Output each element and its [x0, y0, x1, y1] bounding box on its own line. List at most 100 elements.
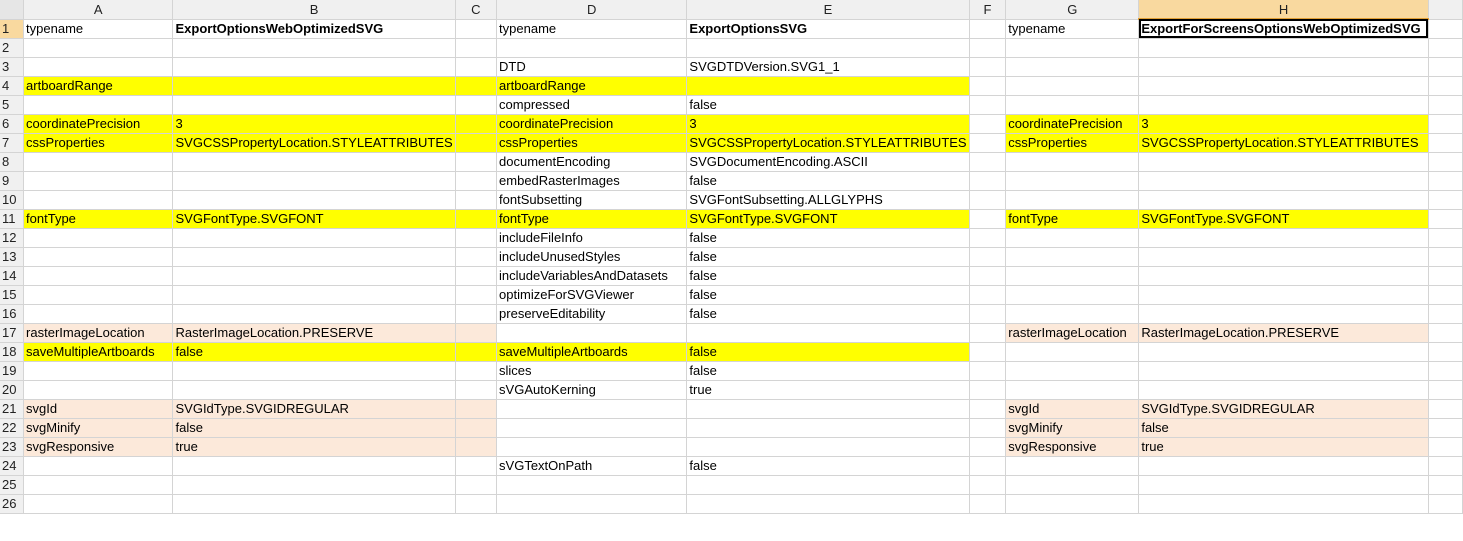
cell-b21[interactable]: SVGIdType.SVGIDREGULAR — [172, 399, 456, 419]
cell-e6[interactable]: 3 — [686, 114, 970, 134]
cell-f21[interactable] — [969, 399, 1007, 419]
cell-e12[interactable]: false — [686, 228, 970, 248]
cell-e24[interactable]: false — [686, 456, 970, 476]
cell-a26[interactable] — [23, 494, 174, 514]
cell-a9[interactable] — [23, 171, 174, 191]
cell-c7[interactable] — [455, 133, 498, 153]
cell-a5[interactable] — [23, 95, 174, 115]
cell-d3[interactable]: DTD — [496, 57, 688, 77]
row-header[interactable]: 22 — [0, 418, 25, 438]
cell-a7[interactable]: cssProperties — [23, 133, 174, 153]
cell-d6[interactable]: coordinatePrecision — [496, 114, 688, 134]
cell-e1[interactable]: ExportOptionsSVG — [686, 19, 970, 39]
column-header-g[interactable]: G — [1005, 0, 1140, 20]
cell-h10[interactable] — [1138, 190, 1429, 210]
cell-overflow[interactable] — [1428, 38, 1463, 58]
cell-overflow[interactable] — [1428, 342, 1463, 362]
cell-overflow[interactable] — [1428, 399, 1463, 419]
cell-f9[interactable] — [969, 171, 1007, 191]
cell-e25[interactable] — [686, 475, 970, 495]
cell-overflow[interactable] — [1428, 247, 1463, 267]
cell-g20[interactable] — [1005, 380, 1140, 400]
cell-g6[interactable]: coordinatePrecision — [1005, 114, 1140, 134]
cell-a11[interactable]: fontType — [23, 209, 174, 229]
cell-a23[interactable]: svgResponsive — [23, 437, 174, 457]
cell-g5[interactable] — [1005, 95, 1140, 115]
cell-overflow[interactable] — [1428, 190, 1463, 210]
cell-f12[interactable] — [969, 228, 1007, 248]
row-header[interactable]: 7 — [0, 133, 25, 153]
row-header[interactable]: 10 — [0, 190, 25, 210]
cell-c6[interactable] — [455, 114, 498, 134]
cell-c5[interactable] — [455, 95, 498, 115]
cell-overflow[interactable] — [1428, 133, 1463, 153]
cell-f4[interactable] — [969, 76, 1007, 96]
cell-a19[interactable] — [23, 361, 174, 381]
cell-c20[interactable] — [455, 380, 498, 400]
row-header[interactable]: 20 — [0, 380, 25, 400]
cell-overflow[interactable] — [1428, 76, 1463, 96]
cell-e14[interactable]: false — [686, 266, 970, 286]
cell-g12[interactable] — [1005, 228, 1140, 248]
cell-g22[interactable]: svgMinify — [1005, 418, 1140, 438]
cell-g10[interactable] — [1005, 190, 1140, 210]
cell-b19[interactable] — [172, 361, 456, 381]
cell-h9[interactable] — [1138, 171, 1429, 191]
cell-f24[interactable] — [969, 456, 1007, 476]
cell-h2[interactable] — [1138, 38, 1429, 58]
cell-f17[interactable] — [969, 323, 1007, 343]
cell-b5[interactable] — [172, 95, 456, 115]
cell-h17[interactable]: RasterImageLocation.PRESERVE — [1138, 323, 1429, 343]
cell-h1[interactable]: ExportForScreensOptionsWebOptimizedSVG — [1138, 19, 1429, 39]
cell-g23[interactable]: svgResponsive — [1005, 437, 1140, 457]
column-header-d[interactable]: D — [496, 0, 688, 20]
cell-overflow[interactable] — [1428, 19, 1463, 39]
cell-e11[interactable]: SVGFontType.SVGFONT — [686, 209, 970, 229]
cell-a18[interactable]: saveMultipleArtboards — [23, 342, 174, 362]
cell-h16[interactable] — [1138, 304, 1429, 324]
cell-c9[interactable] — [455, 171, 498, 191]
cell-overflow[interactable] — [1428, 228, 1463, 248]
cell-a1[interactable]: typename — [23, 19, 174, 39]
cell-c26[interactable] — [455, 494, 498, 514]
column-header-e[interactable]: E — [686, 0, 970, 20]
cell-c4[interactable] — [455, 76, 498, 96]
cell-b18[interactable]: false — [172, 342, 456, 362]
cell-overflow[interactable] — [1428, 437, 1463, 457]
row-header[interactable]: 16 — [0, 304, 25, 324]
row-header[interactable]: 1 — [0, 19, 25, 39]
column-header-a[interactable]: A — [23, 0, 174, 20]
cell-f13[interactable] — [969, 247, 1007, 267]
row-header[interactable]: 13 — [0, 247, 25, 267]
cell-overflow[interactable] — [1428, 380, 1463, 400]
cell-c23[interactable] — [455, 437, 498, 457]
cell-d20[interactable]: sVGAutoKerning — [496, 380, 688, 400]
cell-a17[interactable]: rasterImageLocation — [23, 323, 174, 343]
cell-b17[interactable]: RasterImageLocation.PRESERVE — [172, 323, 456, 343]
cell-e10[interactable]: SVGFontSubsetting.ALLGLYPHS — [686, 190, 970, 210]
row-header[interactable]: 15 — [0, 285, 25, 305]
cell-d26[interactable] — [496, 494, 688, 514]
cell-d15[interactable]: optimizeForSVGViewer — [496, 285, 688, 305]
row-header[interactable]: 11 — [0, 209, 25, 229]
cell-f20[interactable] — [969, 380, 1007, 400]
cell-c12[interactable] — [455, 228, 498, 248]
cell-d12[interactable]: includeFileInfo — [496, 228, 688, 248]
row-header[interactable]: 5 — [0, 95, 25, 115]
cell-b12[interactable] — [172, 228, 456, 248]
cell-a22[interactable]: svgMinify — [23, 418, 174, 438]
cell-f7[interactable] — [969, 133, 1007, 153]
row-header[interactable]: 3 — [0, 57, 25, 77]
cell-f8[interactable] — [969, 152, 1007, 172]
cell-e19[interactable]: false — [686, 361, 970, 381]
cell-overflow[interactable] — [1428, 494, 1463, 514]
cell-e2[interactable] — [686, 38, 970, 58]
row-header[interactable]: 8 — [0, 152, 25, 172]
cell-a16[interactable] — [23, 304, 174, 324]
row-header[interactable]: 25 — [0, 475, 25, 495]
row-header[interactable]: 12 — [0, 228, 25, 248]
cell-h8[interactable] — [1138, 152, 1429, 172]
cell-b7[interactable]: SVGCSSPropertyLocation.STYLEATTRIBUTES — [172, 133, 456, 153]
cell-c3[interactable] — [455, 57, 498, 77]
cell-d21[interactable] — [496, 399, 688, 419]
